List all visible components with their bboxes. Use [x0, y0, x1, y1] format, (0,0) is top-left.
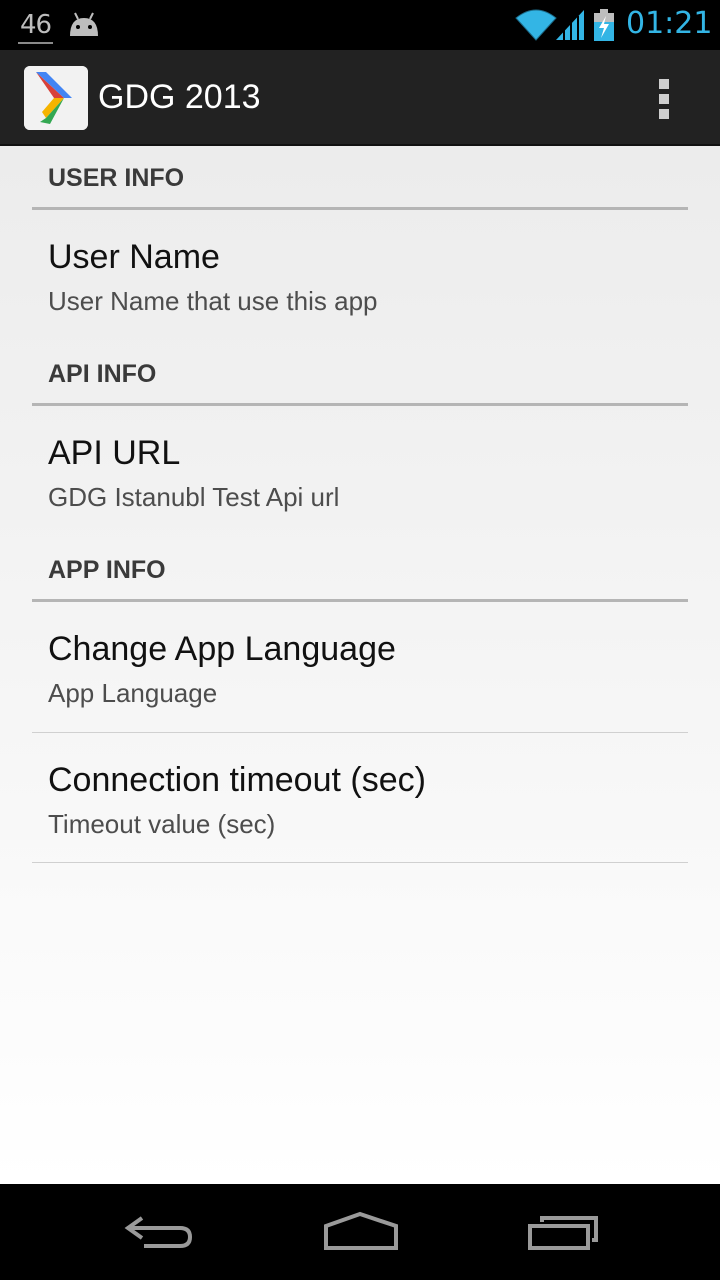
app-title: GDG 2013 [98, 78, 261, 116]
pref-user-name[interactable]: User Name User Name that use this app [32, 210, 688, 342]
pref-title: Change App Language [48, 630, 396, 668]
divider [32, 862, 688, 863]
category-header-user-info: USER INFO [32, 146, 688, 210]
android-icon [70, 12, 98, 36]
pref-app-language[interactable]: Change App Language App Language [32, 602, 688, 732]
category-header-app-info: APP INFO [32, 538, 688, 602]
action-bar: GDG 2013 [0, 50, 720, 146]
pref-summary: Timeout value (sec) [48, 809, 276, 839]
pref-summary: User Name that use this app [48, 286, 378, 316]
overflow-menu-icon[interactable] [654, 76, 674, 122]
notification-count: 46 [17, 10, 54, 44]
status-bar: 46 01:21 [0, 0, 720, 50]
preferences-list: USER INFO User Name User Name that use t… [0, 146, 720, 1184]
clock: 01:21 [626, 6, 713, 41]
pref-title: Connection timeout (sec) [48, 761, 426, 799]
pref-title: User Name [48, 238, 220, 276]
signal-icon [556, 10, 584, 40]
pref-summary: GDG Istanubl Test Api url [48, 482, 340, 512]
category-header-label: APP INFO [48, 556, 166, 584]
gdg-logo-icon[interactable] [24, 66, 88, 130]
navigation-bar [0, 1184, 720, 1280]
pref-summary: App Language [48, 678, 218, 708]
back-icon[interactable] [114, 1208, 204, 1256]
pref-connection-timeout[interactable]: Connection timeout (sec) Timeout value (… [32, 733, 688, 862]
battery-charging-icon [594, 9, 614, 41]
recent-apps-icon[interactable] [518, 1208, 608, 1256]
category-header-label: USER INFO [48, 164, 185, 192]
wifi-icon [515, 9, 557, 41]
pref-api-url[interactable]: API URL GDG Istanubl Test Api url [32, 406, 688, 538]
category-header-label: API INFO [48, 360, 157, 388]
category-header-api-info: API INFO [32, 342, 688, 406]
home-icon[interactable] [316, 1208, 406, 1256]
pref-title: API URL [48, 434, 181, 472]
